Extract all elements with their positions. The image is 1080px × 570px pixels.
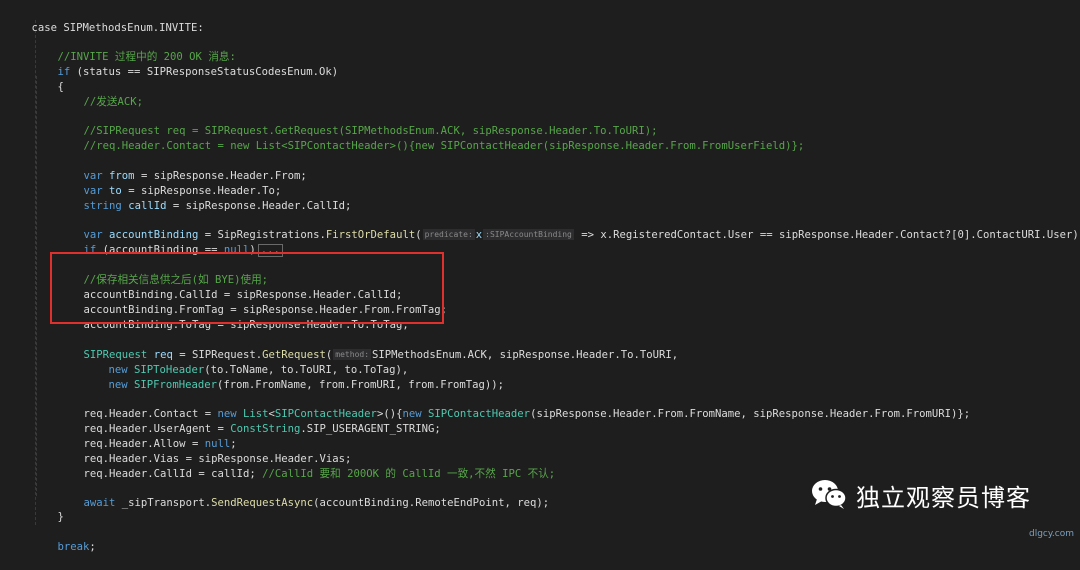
if-condition: (status == SIPResponseStatusCodesEnum.Ok… <box>70 66 339 78</box>
watermark-text: 独立观察员博客 <box>856 483 1031 512</box>
type-sip-contact-header: SIPContactHeader <box>428 408 531 420</box>
code-line-comment-contact[interactable]: //req.Header.Contact = new List<SIPConta… <box>58 124 805 152</box>
parameter-hint-predicate: predicate: <box>422 229 475 240</box>
code-line-var-to[interactable]: var to = sipResponse.Header.To; <box>58 169 282 197</box>
keyword-string: string <box>83 200 122 212</box>
type-const-string: ConstString <box>230 423 301 435</box>
lambda-param: x <box>475 229 483 241</box>
type-sip-from-header: SIPFromHeader <box>134 379 217 391</box>
lambda-body: => x.RegisteredContact.User == sipRespon… <box>574 229 1080 241</box>
arguments: (sipResponse.Header.From.FromName, sipRe… <box>530 408 971 420</box>
comment: //发送ACK; <box>83 96 143 108</box>
method-send-request-async: SendRequestAsync <box>211 497 314 509</box>
comment: //CallId 要和 200OK 的 CallId 一致,不然 IPC 不认; <box>262 468 556 480</box>
type-hint: :SIPAccountBinding <box>483 229 574 240</box>
watermark-site: dlgcy.com <box>1029 529 1074 539</box>
arguments: SIPMethodsEnum.ACK, sipResponse.Header.T… <box>372 349 679 361</box>
code-line-sip-request[interactable]: SIPRequest req = SIPRequest.GetRequest(m… <box>58 333 678 361</box>
code-line-vias[interactable]: req.Header.Vias = sipResponse.Header.Via… <box>58 437 352 465</box>
assignment: = sipResponse.Header.CallId; <box>166 200 352 212</box>
comment: //req.Header.Contact = new List<SIPConta… <box>83 140 805 152</box>
code-line-contact[interactable]: req.Header.Contact = new List<SIPContact… <box>58 392 971 420</box>
code-line-comment-ack[interactable]: //发送ACK; <box>58 80 143 108</box>
code-line-await[interactable]: await _sipTransport.SendRequestAsync(acc… <box>58 481 550 509</box>
keyword-new: new <box>108 379 128 391</box>
member: _sipTransport. <box>115 497 212 509</box>
code-line-var-account[interactable]: var accountBinding = SipRegistrations.Fi… <box>58 213 1080 241</box>
paren: ( <box>415 229 422 241</box>
code-line-useragent[interactable]: req.Header.UserAgent = ConstString.SIP_U… <box>58 407 441 435</box>
code-line-comment-invite[interactable]: //INVITE 过程中的 200 OK 消息: <box>32 35 236 63</box>
code-line-if-account[interactable]: if (accountBinding == null)... <box>58 228 283 257</box>
keyword-await: await <box>83 497 116 509</box>
code-line-allow[interactable]: req.Header.Allow = null; <box>58 422 237 450</box>
code-line-var-from[interactable]: var from = sipResponse.Header.From; <box>58 154 307 182</box>
code-line-string-callid[interactable]: string callId = sipResponse.Header.CallI… <box>58 184 352 212</box>
code-editor[interactable]: case SIPMethodsEnum.INVITE: //INVITE 过程中… <box>0 0 1080 553</box>
wechat-icon <box>810 478 848 513</box>
brace-close: } <box>57 511 64 523</box>
watermark: 独立观察员博客 <box>810 478 1031 512</box>
code-line-brace-open[interactable]: { <box>32 65 64 93</box>
code-line-case[interactable]: case SIPMethodsEnum.INVITE: <box>6 6 204 34</box>
case-statement: case SIPMethodsEnum.INVITE: <box>31 22 204 34</box>
arguments: (accountBinding.RemoteEndPoint, req); <box>313 497 550 509</box>
code-line-if-status[interactable]: if (status == SIPResponseStatusCodesEnum… <box>32 50 339 78</box>
member: .SIP_USERAGENT_STRING; <box>300 423 441 435</box>
indent-guide <box>36 76 37 496</box>
code-line-break[interactable]: break; <box>32 525 96 553</box>
code-line-brace-close[interactable]: } <box>32 495 64 523</box>
variable-callid: callId <box>128 200 167 212</box>
code-line-req-callid[interactable]: req.Header.CallId = callId; //CallId 要和 … <box>58 452 556 480</box>
arguments: (from.FromName, from.FromURI, from.FromT… <box>216 379 504 391</box>
code-line-new-from-header[interactable]: new SIPFromHeader(from.FromName, from.Fr… <box>83 363 504 391</box>
statement: req.Header.CallId = callId; <box>83 468 256 480</box>
method-first-or-default: FirstOrDefault <box>325 229 416 241</box>
code-line-comment-req[interactable]: //SIPRequest req = SIPRequest.GetRequest… <box>58 109 658 137</box>
code-line-new-to-header[interactable]: new SIPToHeader(to.ToName, to.ToURI, to.… <box>83 348 409 376</box>
highlight-box <box>50 252 444 324</box>
